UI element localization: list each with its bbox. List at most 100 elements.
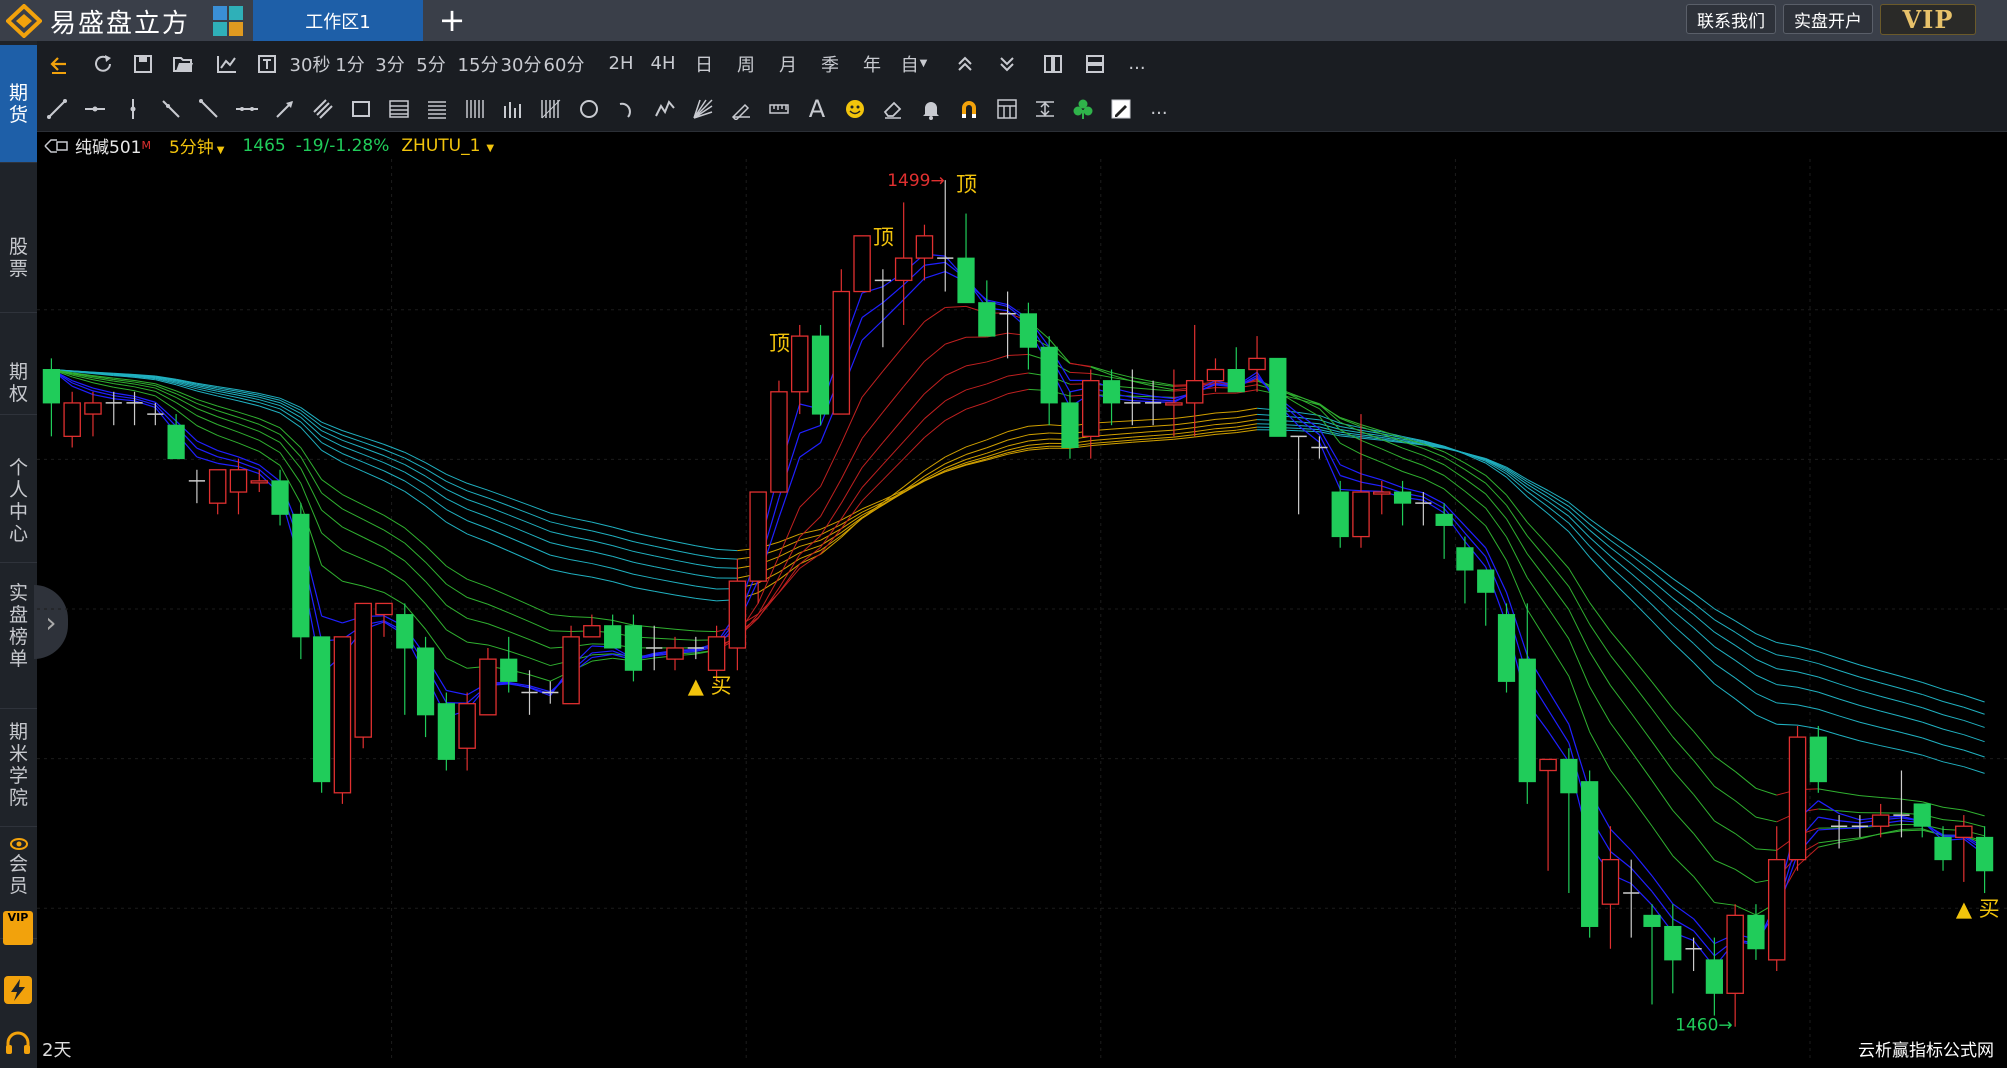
club-icon[interactable] [1067, 86, 1099, 131]
more-icon[interactable]: ... [1121, 41, 1153, 86]
horizontal-line-icon[interactable] [79, 86, 111, 131]
emoji-icon[interactable] [839, 86, 871, 131]
slow-ma-line [1215, 429, 1237, 433]
lightning-icon[interactable] [4, 976, 32, 1004]
arrow-line-icon[interactable] [269, 86, 301, 131]
circle-icon[interactable] [573, 86, 605, 131]
ray-down-icon[interactable] [155, 86, 187, 131]
more-tools-icon[interactable]: ... [1143, 86, 1175, 131]
pencil-icon[interactable] [725, 86, 757, 131]
price-range-icon[interactable] [1029, 86, 1061, 131]
bell-icon[interactable] [915, 86, 947, 131]
ruler-icon[interactable] [763, 86, 795, 131]
double-chevron-down-icon[interactable] [991, 41, 1023, 86]
line-chart-icon[interactable] [211, 41, 243, 86]
period-day[interactable]: 日 [687, 41, 721, 86]
symbol-name[interactable]: 纯碱501 [75, 133, 141, 158]
extended-line-icon[interactable] [231, 86, 263, 131]
table-frame-icon[interactable] [991, 86, 1023, 131]
time-cycle-icon[interactable] [459, 86, 491, 131]
vertical-line-icon[interactable] [117, 86, 149, 131]
slow-ma-line [259, 399, 281, 407]
back-arrow-icon[interactable] [43, 41, 75, 86]
rectangle-icon[interactable] [345, 86, 377, 131]
slow-ma-line [654, 566, 676, 572]
parallel-channel-icon[interactable] [307, 86, 339, 131]
workspace-cube-icon[interactable] [212, 5, 244, 37]
mid-ma-line [799, 516, 821, 538]
fibonacci-retracement-icon[interactable] [421, 86, 453, 131]
vip-button[interactable]: VIP [1880, 4, 1976, 35]
slow-ma-line [1527, 483, 1549, 498]
period-year[interactable]: 年 [855, 41, 889, 86]
mid-ma-line [945, 305, 967, 308]
open-account-button[interactable]: 实盘开户 [1783, 4, 1873, 34]
sidebar-item-personal-center[interactable]: 个人中心 [0, 415, 37, 563]
period-30s[interactable]: 30秒 [288, 41, 332, 86]
mid-ma-line [1526, 553, 1549, 582]
slow-ma-line [508, 514, 530, 524]
line-segment-icon[interactable] [41, 86, 73, 131]
trend-line-icon[interactable] [193, 86, 225, 131]
vip-badge-icon[interactable]: VIP [3, 911, 33, 945]
double-chevron-up-icon[interactable] [949, 41, 981, 86]
period-quarter[interactable]: 季 [813, 41, 847, 86]
period-60m[interactable]: 60分 [542, 41, 586, 86]
tab-workspace-1[interactable]: 工作区1 [253, 0, 423, 41]
mid-ma-line [1485, 507, 1507, 538]
drawing-settings-icon[interactable] [1105, 86, 1137, 131]
indicator-selector[interactable]: ZHUTU_1 ▼ [401, 136, 494, 156]
headset-icon[interactable] [4, 1031, 32, 1057]
open-folder-icon[interactable] [167, 41, 199, 86]
period-5m[interactable]: 5分 [414, 41, 448, 86]
mid-ma-line [1714, 820, 1736, 834]
gann-fan-icon[interactable] [687, 86, 719, 131]
text-template-icon[interactable] [251, 41, 283, 86]
sidebar-item-rankings[interactable]: 实盘榜单 [0, 563, 37, 709]
eraser-icon[interactable] [877, 86, 909, 131]
period-30m[interactable]: 30分 [499, 41, 543, 86]
period-3m[interactable]: 3分 [373, 41, 407, 86]
fast-ma-line [1132, 396, 1154, 401]
save-icon[interactable] [127, 41, 159, 86]
period-4h[interactable]: 4H [646, 41, 680, 86]
arc-icon[interactable] [611, 86, 643, 131]
sidebar-item-futures[interactable]: 期货 [0, 45, 37, 163]
kline-chart-svg[interactable]: 1499→1460→顶顶顶▲ 买▲ 买 [37, 159, 2007, 1064]
period-2h[interactable]: 2H [604, 41, 638, 86]
slow-ma-line [1755, 692, 1777, 704]
magnet-icon[interactable] [953, 86, 985, 131]
kline-chart[interactable]: 1499→ 1460→ 顶顶顶 ▲ 买 ▲ 买 [37, 159, 2007, 1064]
slow-ma-line [238, 394, 260, 401]
add-tab-icon[interactable]: + [436, 4, 468, 36]
gann-lines-icon[interactable] [535, 86, 567, 131]
mid-ma-line [965, 383, 987, 391]
slow-ma-line [1859, 721, 1881, 729]
text-tool-icon[interactable]: A [801, 86, 833, 131]
bar-pattern-icon[interactable] [497, 86, 529, 131]
fast-ma-line [1340, 474, 1362, 483]
mid-ma-line [1672, 810, 1694, 834]
mid-ma-line [467, 617, 489, 625]
link-toggle-icon[interactable] [43, 138, 69, 154]
sidebar-item-academy[interactable]: 期米学院 [0, 709, 37, 827]
candle-body [957, 257, 975, 304]
fibonacci-box-icon[interactable] [383, 86, 415, 131]
contact-button[interactable]: 联系我们 [1686, 4, 1776, 34]
slow-ma-line [1734, 644, 1757, 660]
sidebar-item-stocks[interactable]: 股票 [0, 163, 37, 313]
refresh-icon[interactable] [87, 41, 119, 86]
period-selector[interactable]: 5分钟 ▼ [169, 133, 225, 158]
sidebar-item-options[interactable]: 期权 [0, 313, 37, 415]
split-horizontal-icon[interactable] [1079, 41, 1111, 86]
slow-ma-line [1901, 732, 1923, 739]
period-1m[interactable]: 1分 [333, 41, 367, 86]
slow-ma-line [1776, 642, 1798, 647]
wave-line-icon[interactable] [649, 86, 681, 131]
period-week[interactable]: 周 [729, 41, 763, 86]
period-month[interactable]: 月 [771, 41, 805, 86]
period-custom[interactable]: 自 ▼ [897, 41, 931, 86]
split-vertical-icon[interactable] [1037, 41, 1069, 86]
period-15m[interactable]: 15分 [456, 41, 500, 86]
fast-ma-line [861, 319, 884, 341]
